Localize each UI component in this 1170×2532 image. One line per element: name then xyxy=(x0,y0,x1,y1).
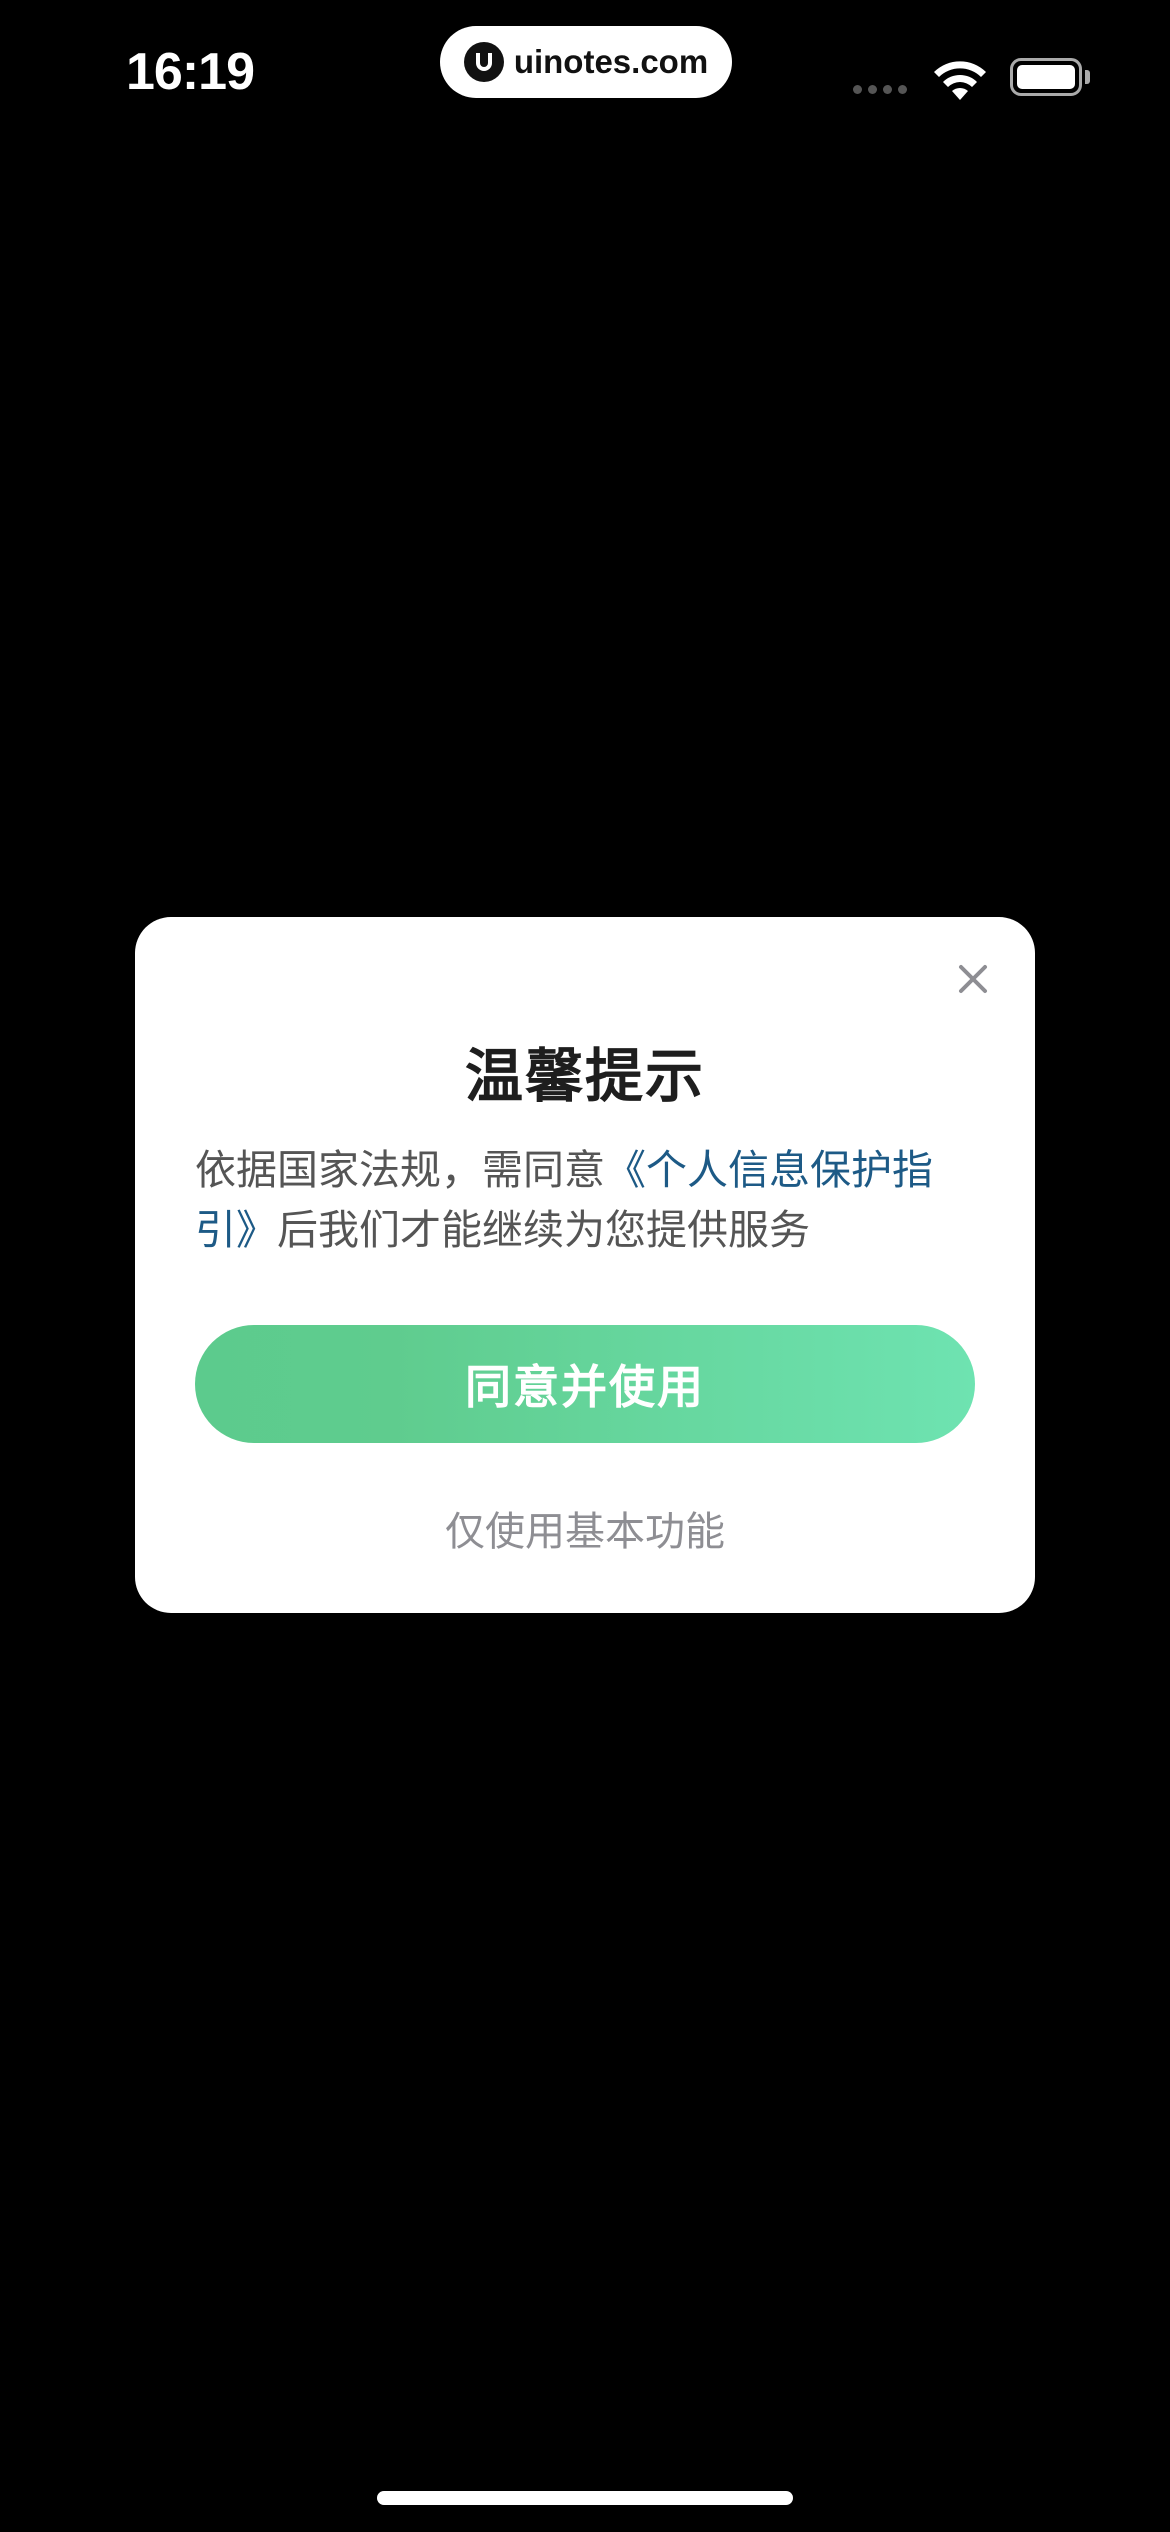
message-suffix: 后我们才能继续为您提供服务 xyxy=(277,1206,810,1254)
close-icon xyxy=(959,965,987,993)
battery-icon xyxy=(1010,58,1082,96)
site-logo-icon xyxy=(463,42,504,82)
message-prefix: 依据国家法规，需同意 xyxy=(195,1146,605,1194)
basic-functions-only-button[interactable]: 仅使用基本功能 xyxy=(135,1499,1035,1557)
dialog-message: 依据国家法规，需同意《个人信息保护指引》后我们才能继续为您提供服务 xyxy=(195,1140,985,1260)
status-time: 16:19 xyxy=(126,43,255,101)
url-text: uinotes.com xyxy=(513,43,709,80)
agree-and-use-button[interactable]: 同意并使用 xyxy=(195,1325,975,1443)
url-pill[interactable]: uinotes.com xyxy=(440,26,732,98)
dialog-title: 温馨提示 xyxy=(464,1042,705,1110)
cellular-signal-icon xyxy=(853,85,907,94)
home-indicator[interactable] xyxy=(377,2491,793,2505)
status-bar: 16:19 uinotes.com xyxy=(0,0,1170,150)
wifi-icon xyxy=(934,61,986,100)
privacy-dialog: 温馨提示 依据国家法规，需同意《个人信息保护指引》后我们才能继续为您提供服务 同… xyxy=(135,917,1035,1613)
close-button[interactable] xyxy=(951,957,995,1001)
battery-tip xyxy=(1085,70,1090,84)
